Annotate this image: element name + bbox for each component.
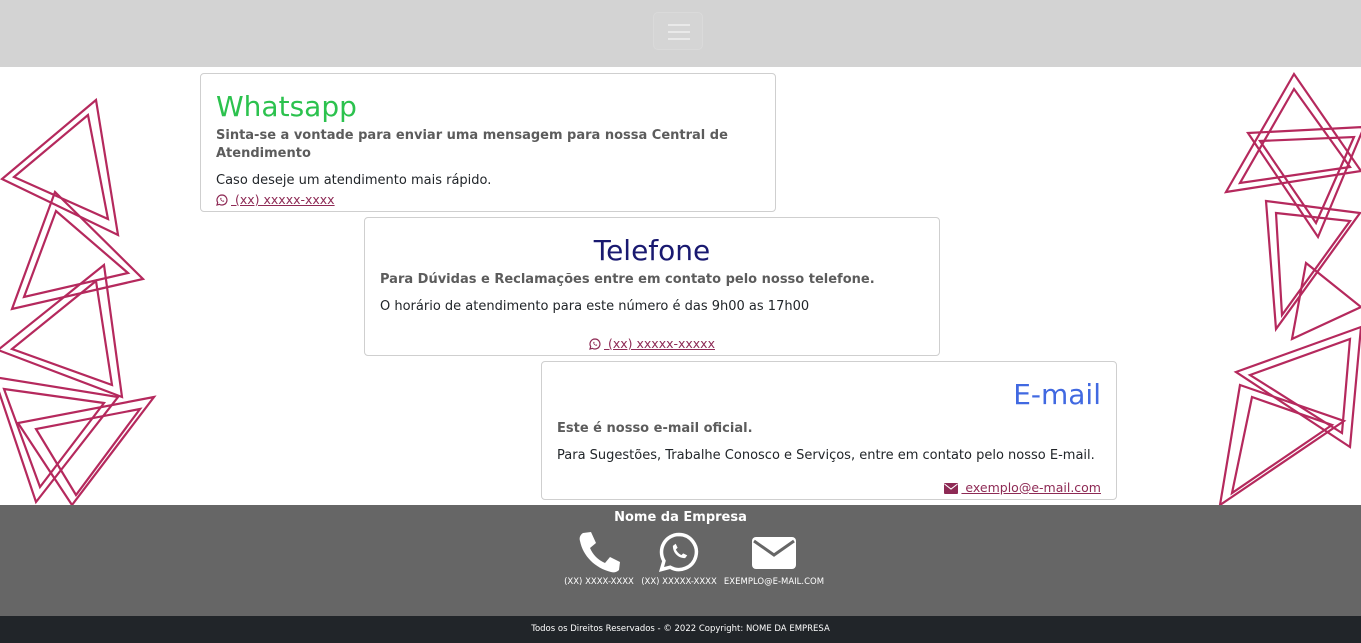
telefone-card-subtitle: Para Dúvidas e Reclamações entre em cont… — [380, 272, 875, 287]
whatsapp-icon — [216, 194, 228, 206]
triangle-decoration-right-icon — [1218, 71, 1361, 505]
email-address-text: exemplo@e-mail.com — [961, 480, 1101, 495]
footer: Nome da Empresa (XX) XXXX-XXXX (XX) XXXX… — [0, 505, 1361, 616]
email-card-text: Para Sugestões, Trabalhe Conosco e Servi… — [557, 448, 1095, 463]
telefone-number-text: (xx) xxxxx-xxxxx — [604, 336, 715, 351]
footer-phone-contact[interactable]: (XX) XXXX-XXXX — [562, 531, 636, 587]
envelope-icon — [944, 483, 959, 494]
email-card: E-mail Este é nosso e-mail oficial. Para… — [541, 361, 1117, 500]
navbar — [0, 0, 1361, 67]
footer-phone-label: (XX) XXXX-XXXX — [564, 577, 634, 587]
whatsapp-card-text: Caso deseje um atendimento mais rápido. — [216, 173, 492, 188]
hamburger-menu-icon[interactable] — [653, 12, 703, 50]
telefone-card-text: O horário de atendimento para este númer… — [380, 299, 810, 314]
triangle-decoration-left-icon — [0, 97, 157, 505]
whatsapp-number-text: (xx) xxxxx-xxxx — [231, 192, 335, 207]
footer-whatsapp-label: (XX) XXXXX-XXXX — [641, 577, 717, 587]
copyright-text: Todos os Direitos Reservados - © 2022 Co… — [531, 624, 830, 634]
footer-whatsapp-contact[interactable]: (XX) XXXXX-XXXX — [640, 531, 718, 587]
email-address-link[interactable]: exemplo@e-mail.com — [944, 480, 1101, 495]
whatsapp-number-link[interactable]: (xx) xxxxx-xxxx — [216, 192, 335, 207]
whatsapp-card: Whatsapp Sinta-se a vontade para enviar … — [200, 73, 776, 212]
whatsapp-card-subtitle: Sinta-se a vontade para enviar uma mensa… — [216, 128, 728, 161]
telefone-number-link[interactable]: (xx) xxxxx-xxxxx — [365, 336, 939, 351]
whatsapp-card-title: Whatsapp — [216, 90, 357, 123]
copyright-bar: Todos os Direitos Reservados - © 2022 Co… — [0, 616, 1361, 643]
footer-email-contact[interactable]: EXEMPLO@E-MAIL.COM — [722, 531, 826, 587]
phone-icon — [579, 532, 620, 573]
email-card-subtitle: Este é nosso e-mail oficial. — [557, 421, 753, 436]
whatsapp-icon — [589, 338, 601, 350]
footer-email-label: EXEMPLO@E-MAIL.COM — [723, 577, 825, 587]
email-card-title: E-mail — [1013, 378, 1101, 411]
whatsapp-icon — [658, 532, 699, 572]
telefone-card-title: Telefone — [593, 234, 711, 267]
envelope-icon — [752, 537, 796, 569]
footer-company-name: Nome da Empresa — [614, 510, 747, 525]
telefone-card: Telefone Para Dúvidas e Reclamações entr… — [364, 217, 940, 356]
